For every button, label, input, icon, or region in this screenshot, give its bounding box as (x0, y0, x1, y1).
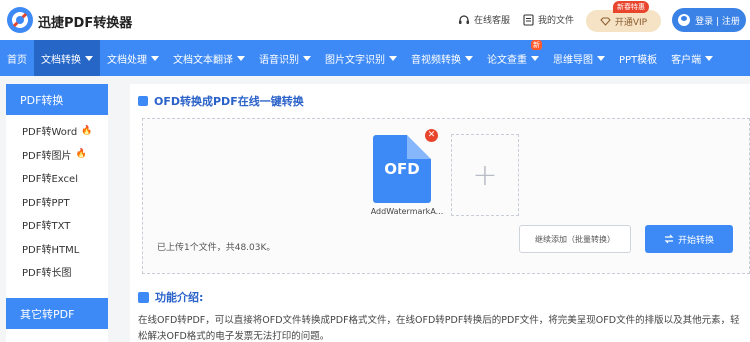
start-convert-button[interactable]: 开始转换 (645, 225, 733, 253)
caret-down-icon (85, 55, 93, 61)
brand-name[interactable]: 迅捷PDF转换器 (38, 12, 132, 31)
sidebar-section-pdf-conversion[interactable]: PDF转换 (6, 84, 108, 115)
customer-service-label: 在线客服 (474, 16, 511, 26)
file-icon (523, 13, 534, 26)
main-panel: OFD转换成PDF在线一键转换 OFD ✕ AddWatermarkA... +… (130, 84, 750, 342)
caret-down-icon (151, 55, 159, 61)
caret-down-icon (303, 55, 311, 61)
file-name: AddWatermarkA... (370, 207, 444, 216)
top-bar: 迅捷PDF转换器 在线客服 我的文件 开通VIP 新春特惠 登录 | 注册 (0, 0, 750, 40)
caret-down-icon (389, 55, 397, 61)
sidebar-item-pdf-to-txt[interactable]: PDF转TXT (6, 213, 108, 237)
fire-icon: 🔥 (75, 149, 87, 160)
nav-item-image-ocr[interactable]: 图片文字识别 (318, 40, 404, 76)
fire-icon: 🔥 (81, 125, 93, 136)
page-title: OFD转换成PDF在线一键转换 (138, 93, 304, 109)
user-icon (678, 14, 691, 26)
sidebar-item-pdf-to-long-image[interactable]: PDF转长图 (6, 260, 108, 284)
upload-status-text: 已上传1个文件，共48.03K。 (157, 243, 276, 253)
caret-down-icon (237, 55, 245, 61)
vip-button[interactable]: 开通VIP (586, 10, 661, 32)
intro-description: 在线OFD转PDF，可以直接将OFD文件转换成PDF格式文件，在线OFD转PDF… (138, 315, 740, 342)
nav-item-home[interactable]: 首页 (0, 40, 34, 76)
vip-promo-badge: 新春特惠 (613, 1, 649, 13)
caret-down-icon (705, 55, 714, 61)
nav-item-ppt-templates[interactable]: PPT模板 (612, 40, 664, 76)
diamond-icon (600, 17, 611, 26)
nav-item-client[interactable]: 客户端 (664, 40, 720, 76)
sidebar-item-pdf-to-html[interactable]: PDF转HTML (6, 237, 108, 261)
my-files-label: 我的文件 (538, 16, 575, 26)
remove-file-button[interactable]: ✕ (425, 129, 438, 142)
sidebar: PDF转换 PDF转Word 🔥 PDF转图片 🔥 PDF转Excel PDF转PP… (6, 84, 108, 342)
sidebar-section-other-to-pdf[interactable]: 其它转PDF (6, 298, 108, 329)
sidebar-item-pdf-to-ppt[interactable]: PDF转PPT (6, 190, 108, 214)
main-nav: 首页 文档转换 文档处理 文档文本翻译 语音识别 图片文字识别 音视频转换 论文… (0, 40, 750, 76)
nav-item-document-processing[interactable]: 文档处理 (100, 40, 166, 76)
caret-down-icon (531, 55, 539, 61)
nav-item-speech-recognition[interactable]: 语音识别 (252, 40, 318, 76)
document-icon (138, 96, 148, 106)
add-file-button[interactable]: + (451, 134, 519, 216)
sidebar-item-pdf-to-word[interactable]: PDF转Word 🔥 (6, 119, 108, 143)
nav-item-translation[interactable]: 文档文本翻译 (166, 40, 252, 76)
my-files-link[interactable]: 我的文件 (523, 13, 574, 26)
caret-down-icon (597, 55, 605, 61)
vip-label: 开通VIP (614, 17, 648, 28)
customer-service-link[interactable]: 在线客服 (458, 13, 510, 26)
nav-item-mind-map[interactable]: 思维导图 (546, 40, 612, 76)
uploaded-file-card[interactable]: OFD ✕ AddWatermarkA... (371, 129, 443, 216)
convert-arrows-icon (664, 234, 674, 244)
ofd-file-icon: OFD (373, 135, 431, 203)
sidebar-item-pdf-to-image[interactable]: PDF转图片 🔥 (6, 143, 108, 167)
nav-item-document-conversion[interactable]: 文档转换 (34, 40, 100, 76)
intro-heading: 功能介绍: (138, 289, 203, 305)
nav-item-plagiarism-check[interactable]: 论文查重新 (480, 40, 546, 76)
info-icon (138, 291, 149, 303)
login-button[interactable]: 登录 | 注册 (672, 8, 746, 32)
sidebar-item-pdf-to-excel[interactable]: PDF转Excel (6, 166, 108, 190)
headset-icon (459, 14, 469, 24)
continue-add-button[interactable]: 继续添加（批量转换） (519, 225, 631, 253)
login-label: 登录 | 注册 (695, 16, 740, 27)
upload-dropzone[interactable]: OFD ✕ AddWatermarkA... + 已上传1个文件，共48.03K… (142, 118, 750, 274)
nav-item-av-conversion[interactable]: 音视频转换 (404, 40, 480, 76)
caret-down-icon (465, 55, 473, 61)
new-badge: 新 (531, 40, 542, 50)
plus-icon: + (472, 157, 498, 193)
brand-logo-icon[interactable] (6, 6, 34, 34)
